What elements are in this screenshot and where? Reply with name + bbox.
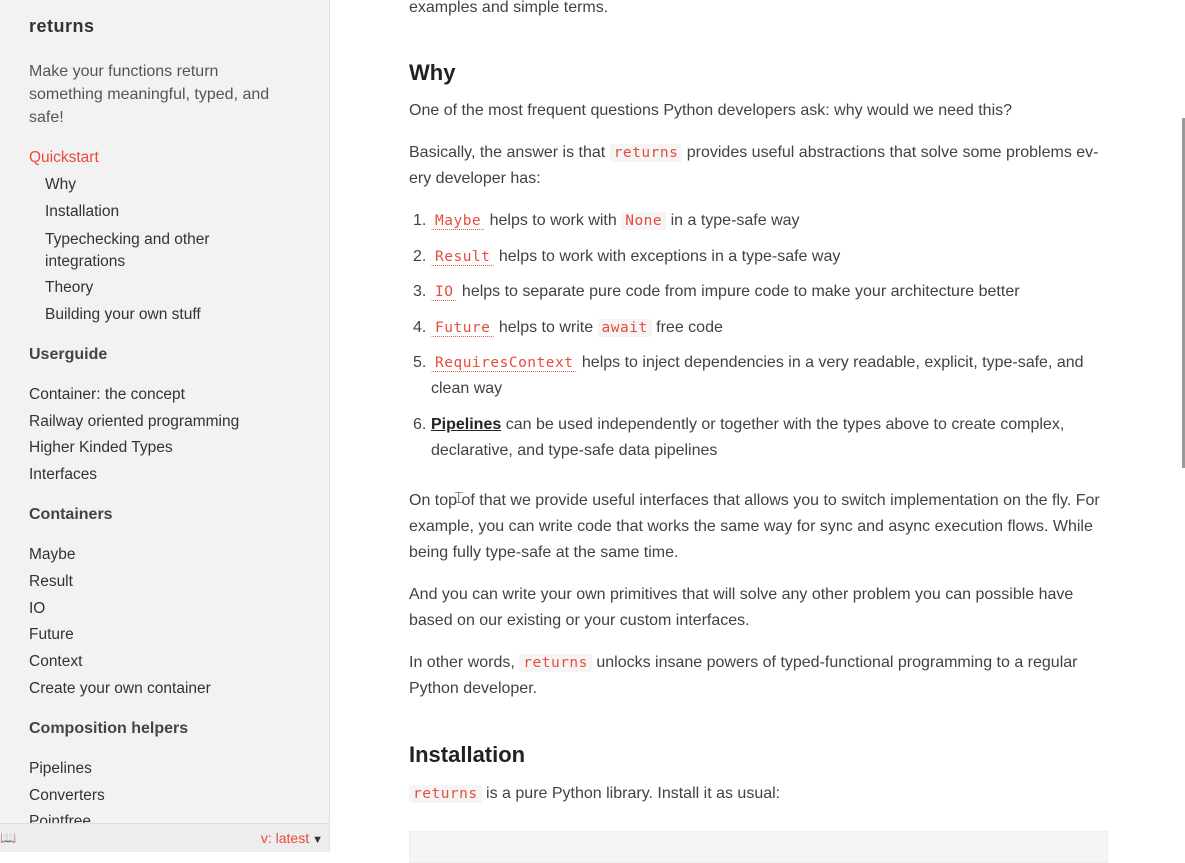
text: in a type-safe way [666,212,800,229]
heading-installation: Installation [409,742,526,767]
why-paragraph-2: Basically, the answer is that returns pr… [409,140,1106,192]
nav-interfaces[interactable]: Interfaces [29,465,97,485]
nav-railway[interactable]: Railway oriented programming [29,412,239,432]
why-paragraph-3: On top of that we provide useful interfa… [409,488,1106,566]
code-link-future[interactable]: Future [431,320,495,337]
code-returns: returns [609,144,683,162]
text: based on our existing or your custom int… [409,612,750,629]
list-number: 3. [413,283,427,300]
nav-converters[interactable]: Converters [29,786,105,806]
brand-tagline: Make your functions return something mea… [29,63,270,126]
why-paragraph-5: In other words, returns unlocks insane p… [409,650,1106,702]
text: clean way [431,380,503,397]
heading-why: Why [409,60,456,85]
text: can be used independently or together wi… [501,416,1065,433]
nav-why[interactable]: Why [45,175,76,195]
nav-heading-containers: Containers [29,506,113,523]
why-paragraph-1: One of the most frequent questions Pytho… [409,102,1013,119]
nav-theory[interactable]: Theory [45,278,93,298]
code-block [409,831,1108,863]
code-none: None [621,212,667,230]
text: is a pure Python library. Install it as … [481,785,781,802]
code-link-io[interactable]: IO [431,284,458,301]
text: And you can write your own primitives th… [409,586,1074,603]
nav-future[interactable]: Future [29,625,74,645]
link-pipelines[interactable]: Pipelines [431,416,501,433]
intro-tail: examples and simple terms. [409,0,609,16]
book-icon: 📖 [0,830,17,845]
code-returns: returns [409,785,482,803]
text: declarative, and type-safe data pipeline… [431,442,718,459]
text: helps to separate pure code from impure … [457,283,1020,300]
list-number: 6. [413,416,427,433]
nav-typechecking[interactable]: Typechecking and other integrations [45,229,265,273]
text: helps to work with exceptions in a type-… [494,248,841,265]
text: free code [651,319,723,336]
text: ery developer has: [409,170,541,187]
nav-context[interactable]: Context [29,652,82,672]
version-label[interactable]: v: latest ▼ [261,830,323,846]
list-number: 5. [413,354,427,371]
code-returns: returns [519,654,592,672]
nav-heading-userguide: Userguide [29,346,108,363]
why-paragraph-4: And you can write your own primitives th… [409,582,1106,634]
version-text: v: latest [260,830,310,846]
nav-create-container[interactable]: Create your own container [29,679,211,699]
code-link-maybe[interactable]: Maybe [431,213,486,230]
list-number: 4. [413,319,427,336]
text: unlocks insane powers of typed-functiona… [591,654,1078,671]
nav-result[interactable]: Result [29,572,73,592]
text: Python developer. [409,680,538,697]
brand-title[interactable]: returns [29,16,95,37]
text: On top of that we provide useful interfa… [409,492,1100,509]
text: helps to work with [485,212,622,229]
version-selector[interactable]: 📖 v: latest ▼ [0,823,329,852]
text: example, you can write code that works t… [409,518,1093,535]
nav-pipelines[interactable]: Pipelines [29,759,92,779]
code-await: await [597,319,652,337]
text: provides useful abstractions that solve … [682,144,1099,161]
installation-paragraph: returns is a pure Python library. Instal… [409,781,1106,807]
nav-maybe[interactable]: Maybe [29,545,76,565]
sidebar: returns Make your functions return somet… [0,0,330,852]
nav-io[interactable]: IO [29,599,45,619]
text: helps to write [494,319,598,336]
text: Basically, the answer is that [409,144,610,161]
nav-installation[interactable]: Installation [45,202,119,222]
text: In other words, [409,654,520,671]
caret-down-icon: ▼ [312,834,323,846]
text: helps to inject dependencies in a very r… [577,354,1084,371]
nav-quickstart[interactable]: Quickstart [29,148,99,168]
text-cursor-icon: ⌶ [454,490,464,507]
nav-heading-composition: Composition helpers [29,720,189,737]
list-number: 1. [413,212,427,229]
code-link-requirescontext[interactable]: RequiresContext [431,355,578,372]
text: being fully type-safe at the same time. [409,544,679,561]
code-link-result[interactable]: Result [431,249,495,266]
nav-building-your-own-stuff[interactable]: Building your own stuff [45,305,201,325]
list-number: 2. [413,248,427,265]
nav-container-concept[interactable]: Container: the concept [29,385,185,405]
nav-hkt[interactable]: Higher Kinded Types [29,438,173,458]
